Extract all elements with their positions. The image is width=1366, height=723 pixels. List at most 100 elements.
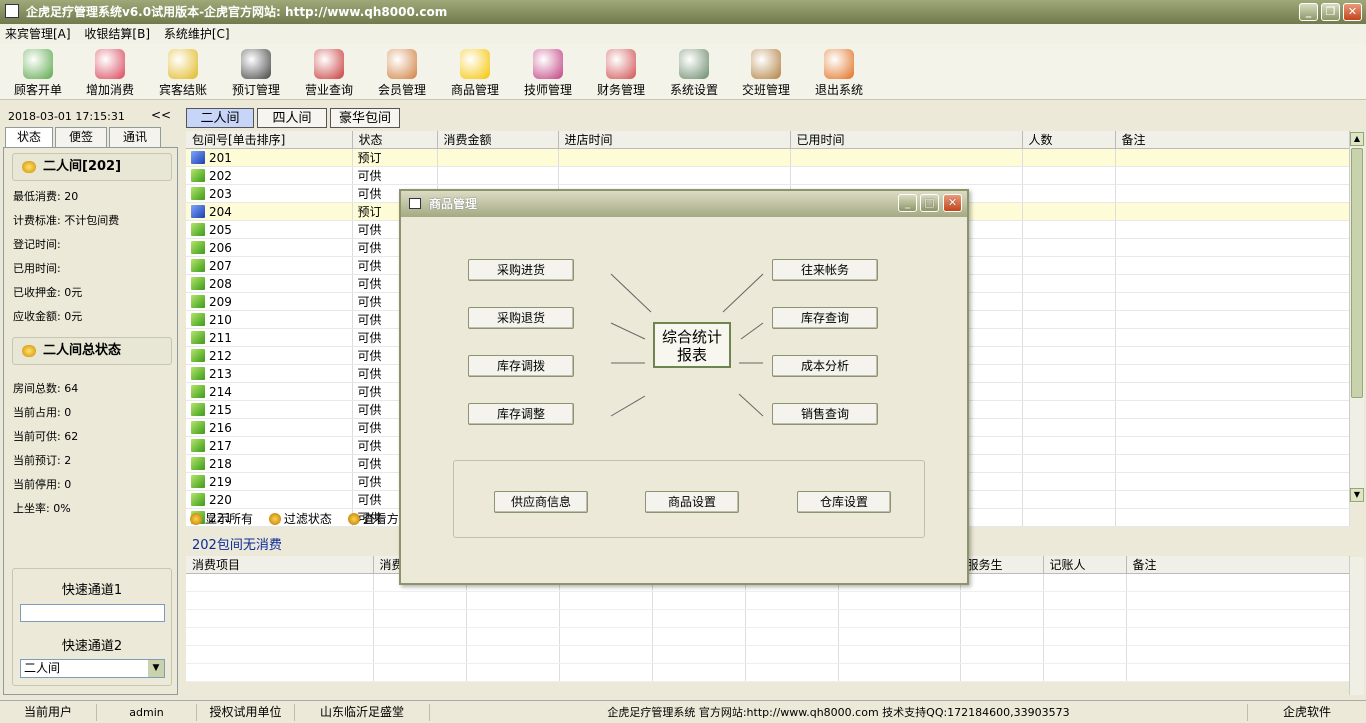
table-row[interactable]: 202 可供 (186, 166, 1350, 185)
technician-icon (533, 49, 563, 79)
comprehensive-report-button[interactable]: 综合统计报表 (653, 322, 731, 368)
goods-settings-button[interactable]: 商品设置 (645, 491, 739, 513)
toolbar-button-0[interactable]: 顾客开单 (3, 46, 73, 98)
consume-cell (960, 645, 1044, 664)
toolbar-button-4[interactable]: 营业查询 (294, 46, 364, 98)
stock-query-button[interactable]: 库存查询 (772, 307, 878, 329)
cost-analysis-button[interactable]: 成本分析 (772, 355, 878, 377)
room-table-scrollbar[interactable]: ▲ ▼ (1349, 132, 1364, 503)
room-column-header[interactable]: 状态 (352, 131, 438, 149)
sales-query-button[interactable]: 销售查询 (772, 403, 878, 425)
stock-adjust-button[interactable]: 库存调整 (468, 403, 574, 425)
tab-two-person-room[interactable]: 二人间 (186, 108, 254, 128)
room-cell (790, 148, 1023, 167)
room_info-line: 计费标准: 不计包间费 (13, 214, 120, 227)
consume-cell (1126, 591, 1350, 610)
room-cell (1115, 346, 1350, 365)
supplier-info-button[interactable]: 供应商信息 (494, 491, 588, 513)
room-cell (1022, 220, 1116, 239)
room-number: 203 (209, 186, 232, 201)
room-cell (1115, 436, 1350, 455)
scroll-down-icon[interactable]: ▼ (1350, 488, 1364, 502)
tab-contacts[interactable]: 通讯 (109, 127, 161, 147)
available-room-icon (191, 222, 205, 236)
room-cell (437, 148, 559, 167)
summary-header: 二人间总状态 (12, 337, 172, 365)
toolbar-button-6[interactable]: 商品管理 (440, 46, 510, 98)
consumption-scrollbar[interactable] (1349, 557, 1364, 695)
menu-guest[interactable]: 来宾管理[A] (0, 24, 76, 44)
room-cell (1022, 148, 1116, 167)
room-column-header[interactable]: 消费金额 (437, 131, 559, 149)
tab-four-person-room[interactable]: 四人间 (257, 108, 327, 128)
table-row[interactable]: 201 预订 (186, 148, 1350, 167)
scroll-thumb[interactable] (1351, 148, 1363, 398)
consume-column-header[interactable]: 备注 (1126, 556, 1350, 574)
window-title: 企虎足疗管理系统v6.0试用版本-企虎官方网站: http://www.qh80… (26, 5, 448, 19)
room-column-header[interactable]: 备注 (1115, 131, 1350, 149)
gold-coin-icon (22, 161, 36, 173)
toolbar-button-7[interactable]: 技师管理 (513, 46, 583, 98)
toolbar-button-2[interactable]: 宾客结账 (148, 46, 218, 98)
room-column-header[interactable]: 已用时间 (790, 131, 1023, 149)
table-row (186, 591, 1350, 610)
available-room-icon (191, 438, 205, 452)
toolbar-button-1[interactable]: 增加消费 (75, 46, 145, 98)
available-room-icon (191, 420, 205, 434)
room-cell (1115, 472, 1350, 491)
show-all-button[interactable]: 显示所有 (190, 508, 253, 530)
available-room-icon (191, 168, 205, 182)
consume-cell (1043, 573, 1127, 592)
toolbar-button-5[interactable]: 会员管理 (367, 46, 437, 98)
filter-icon (268, 513, 281, 525)
consume-cell (373, 663, 467, 682)
consume-column-header[interactable]: 记账人 (1043, 556, 1127, 574)
quick-channel-2-select[interactable]: 二人间 ▼ (20, 659, 165, 678)
accounts-button[interactable]: 往来帐务 (772, 259, 878, 281)
warehouse-settings-button[interactable]: 仓库设置 (797, 491, 891, 513)
tab-luxury-room[interactable]: 豪华包间 (330, 108, 400, 128)
add-consume-icon (95, 49, 125, 79)
settings-icon (679, 49, 709, 79)
summary-line: 上坐率: 0% (13, 502, 71, 515)
restore-button[interactable]: ❐ (1321, 3, 1340, 21)
room-number: 217 (209, 438, 232, 453)
menu-maintenance[interactable]: 系统维护[C] (159, 24, 235, 44)
room-cell (1022, 472, 1116, 491)
room-cell (1115, 184, 1350, 203)
room-column-header[interactable]: 人数 (1022, 131, 1116, 149)
minimize-button[interactable]: _ (1299, 3, 1318, 21)
stock-transfer-button[interactable]: 库存调拨 (468, 355, 574, 377)
room-number: 201 (209, 150, 232, 165)
consume-column-header[interactable]: 服务生 (960, 556, 1044, 574)
chevron-down-icon[interactable]: ▼ (148, 660, 164, 677)
consume-cell (745, 663, 839, 682)
toolbar-button-10[interactable]: 交班管理 (731, 46, 801, 98)
reserved-room-icon (191, 204, 205, 218)
purchase-return-button[interactable]: 采购退货 (468, 307, 574, 329)
toolbar-button-9[interactable]: 系统设置 (659, 46, 729, 98)
tab-status[interactable]: 状态 (5, 127, 53, 147)
room-cell (1115, 238, 1350, 257)
consume-cell (745, 645, 839, 664)
license-unit: 山东临沂足盛堂 (295, 704, 430, 721)
purchase-in-button[interactable]: 采购进货 (468, 259, 574, 281)
collapse-panel-button[interactable]: << (151, 108, 171, 122)
quick-channel-1-input[interactable] (20, 604, 165, 622)
tab-notes[interactable]: 便签 (55, 127, 107, 147)
room-cell (558, 166, 791, 185)
toolbar-button-11[interactable]: 退出系统 (804, 46, 874, 98)
close-button[interactable]: ✕ (1343, 3, 1362, 21)
toolbar-button-8[interactable]: 财务管理 (586, 46, 656, 98)
toolbar-button-3[interactable]: 预订管理 (221, 46, 291, 98)
toolbar-label: 宾客结账 (158, 83, 207, 97)
consume-column-header[interactable]: 消费项目 (186, 556, 374, 574)
available-room-icon (191, 312, 205, 326)
room-column-header[interactable]: 包间号[单击排序] (186, 131, 353, 149)
filter-status-button[interactable]: 过滤状态 (268, 508, 332, 530)
current-user-value: admin (97, 704, 197, 721)
menu-cashier[interactable]: 收银结算[B] (79, 24, 155, 44)
scroll-up-icon[interactable]: ▲ (1350, 132, 1364, 146)
room-column-header[interactable]: 进店时间 (558, 131, 791, 149)
consume-cell (373, 645, 467, 664)
